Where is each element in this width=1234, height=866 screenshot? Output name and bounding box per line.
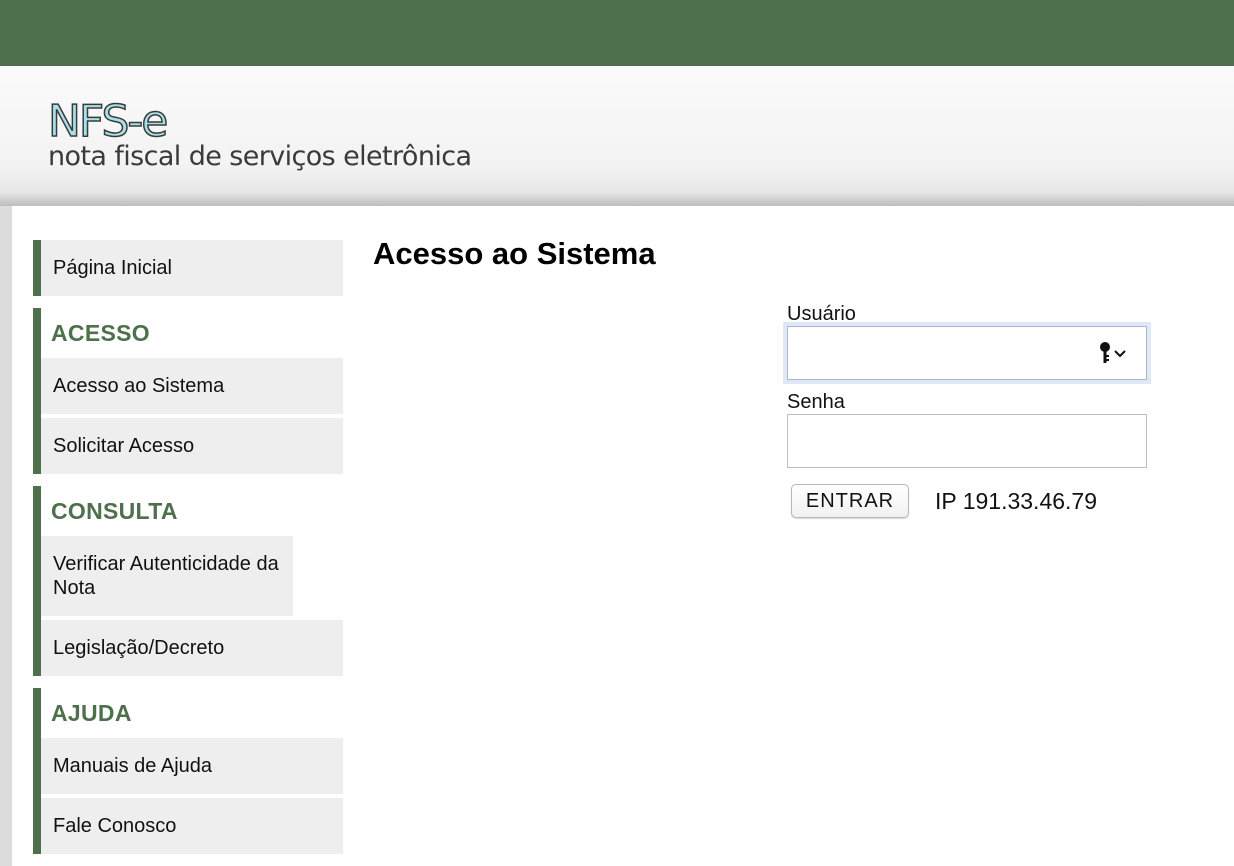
nav-heading-acesso: ACESSO [41, 308, 343, 358]
password-input[interactable] [788, 415, 1108, 465]
sidebar-item-verificar-autenticidade[interactable]: Verificar Autenticidade da Nota [41, 536, 293, 616]
nav-group-ajuda: AJUDA Manuais de Ajuda Fale Conosco [33, 688, 343, 854]
username-label: Usuário [787, 303, 856, 325]
sidebar-item-legislacao-decreto[interactable]: Legislação/Decreto [41, 620, 343, 676]
ip-address-text: IP 191.33.46.79 [935, 487, 1097, 514]
top-bar [0, 0, 1234, 66]
entrar-button[interactable]: ENTRAR [791, 484, 909, 518]
key-dropdown-icon[interactable] [1098, 341, 1132, 365]
nfse-logo[interactable]: NFS-e nota fiscal de serviços eletrônica [47, 96, 472, 172]
nav-heading-ajuda: AJUDA [41, 688, 343, 738]
page-title: Acesso ao Sistema [373, 236, 656, 271]
login-form: Usuário Senha ENTRAR IP 191.33.46.79 [783, 302, 1151, 518]
sidebar-item-solicitar-acesso[interactable]: Solicitar Acesso [41, 418, 343, 474]
nav-group-acesso: ACESSO Acesso ao Sistema Solicitar Acess… [33, 308, 343, 474]
nav-group-consulta: CONSULTA Verificar Autenticidade da Nota… [33, 486, 343, 676]
page-content: Página Inicial ACESSO Acesso ao Sistema … [12, 206, 1234, 866]
nav-heading-consulta: CONSULTA [41, 486, 343, 536]
username-field-wrapper [783, 322, 1151, 384]
sidebar-item-fale-conosco[interactable]: Fale Conosco [41, 798, 343, 854]
sidebar-nav: Página Inicial ACESSO Acesso ao Sistema … [33, 240, 343, 866]
sidebar-item-manuais-de-ajuda[interactable]: Manuais de Ajuda [41, 738, 343, 794]
password-field-wrapper [787, 414, 1147, 468]
logo-mark: NFS-e [47, 96, 169, 147]
username-input[interactable] [788, 327, 1108, 377]
sidebar-item-pagina-inicial[interactable]: Página Inicial [41, 240, 343, 296]
sidebar-item-acesso-ao-sistema[interactable]: Acesso ao Sistema [41, 358, 343, 414]
form-actions: ENTRAR IP 191.33.46.79 [787, 484, 1147, 518]
password-label: Senha [787, 391, 845, 413]
logo-subtitle: nota fiscal de serviços eletrônica [48, 141, 472, 172]
header-shadow [0, 192, 1234, 206]
nav-group-home: Página Inicial [33, 240, 343, 296]
